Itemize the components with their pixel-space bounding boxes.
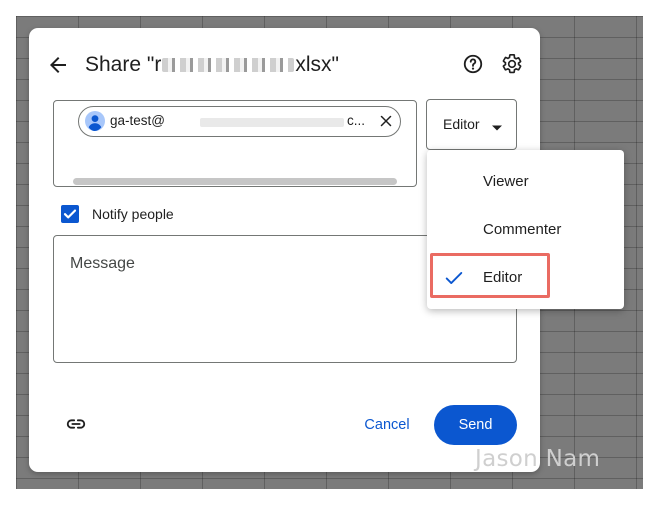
role-option-label: Editor [483,269,523,286]
cancel-button[interactable]: Cancel [353,405,421,445]
back-arrow-icon[interactable] [46,53,70,77]
role-option-viewer[interactable]: Viewer [427,158,624,206]
role-dropdown-value: Editor [443,116,480,132]
redacted-filename [162,58,295,73]
send-button[interactable]: Send [434,405,517,445]
watermark: Jason Nam [475,446,601,472]
settings-icon[interactable] [501,53,523,75]
role-option-editor[interactable]: Editor [427,254,624,302]
role-option-label: Commenter [483,221,562,238]
horizontal-scrollbar[interactable] [73,178,397,185]
checkmark-icon [443,267,465,289]
link-icon[interactable] [65,413,87,435]
arrow-drop-down-icon [491,120,503,131]
close-icon[interactable] [377,112,395,130]
recipient-email-suffix: c... [347,113,366,128]
role-option-commenter[interactable]: Commenter [427,206,624,254]
dialog-title: Share "r xlsx" [85,53,339,77]
help-icon[interactable] [462,53,484,75]
people-input-box[interactable]: ga-test@ c... [53,100,417,187]
redacted-email [200,118,344,127]
title-suffix: xlsx" [295,53,339,76]
notify-label: Notify people [92,206,174,222]
recipient-email-prefix: ga-test@ [110,113,165,128]
role-option-label: Viewer [483,173,529,190]
recipient-chip[interactable]: ga-test@ c... [78,106,401,137]
title-prefix: Share "r [85,53,162,76]
person-icon [85,111,105,131]
notify-checkbox[interactable] [61,205,79,223]
role-menu: Viewer Commenter Editor [427,150,624,309]
role-dropdown[interactable]: Editor [426,99,517,150]
